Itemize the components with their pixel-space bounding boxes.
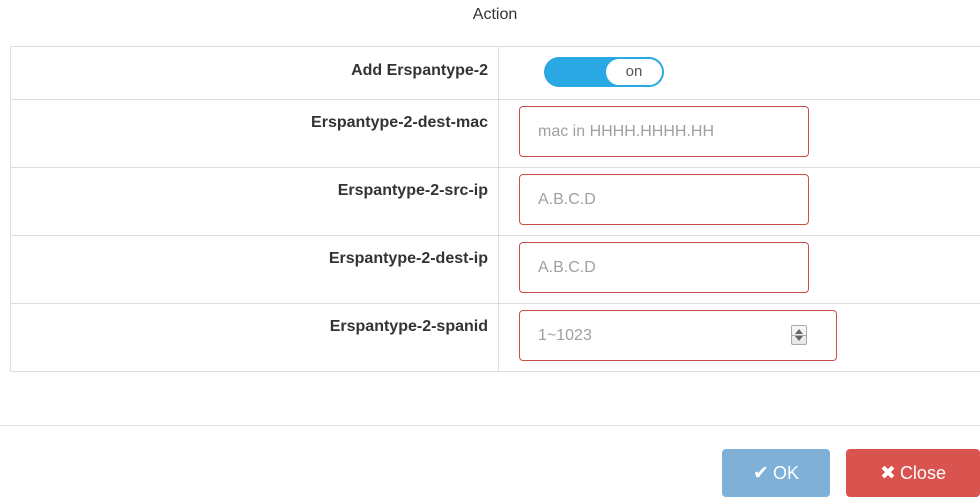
src-ip-input[interactable] bbox=[519, 174, 809, 225]
spin-down-icon[interactable] bbox=[795, 336, 803, 341]
action-form-table: Add Erspantype-2 on Erspantype-2-dest-ma… bbox=[10, 46, 980, 372]
section-title: Action bbox=[472, 6, 518, 23]
ok-button[interactable]: ✔ OK bbox=[722, 449, 830, 497]
close-button[interactable]: ✖ Close bbox=[846, 449, 980, 497]
action-dialog: Action Add Erspantype-2 on Erspantype-2-… bbox=[0, 0, 980, 500]
dest-mac-label: Erspantype-2-dest-mac bbox=[311, 114, 488, 131]
form-row-spanid: Erspantype-2-spanid bbox=[10, 303, 980, 372]
add-erspan-label: Add Erspantype-2 bbox=[351, 62, 488, 79]
dest-ip-input[interactable] bbox=[519, 242, 809, 293]
spin-arrows-icon[interactable] bbox=[791, 325, 807, 345]
dest-ip-label: Erspantype-2-dest-ip bbox=[328, 250, 488, 267]
form-row-add-erspan: Add Erspantype-2 on bbox=[10, 46, 980, 100]
dest-mac-input[interactable] bbox=[519, 106, 809, 157]
checkmark-icon: ✔ bbox=[753, 462, 769, 484]
form-row-dest-mac: Erspantype-2-dest-mac bbox=[10, 99, 980, 168]
src-ip-label: Erspantype-2-src-ip bbox=[337, 182, 488, 199]
spanid-label: Erspantype-2-spanid bbox=[329, 318, 488, 335]
spanid-input[interactable] bbox=[519, 310, 837, 361]
form-row-src-ip: Erspantype-2-src-ip bbox=[10, 167, 980, 236]
spin-up-icon[interactable] bbox=[795, 329, 803, 334]
ok-button-label: OK bbox=[772, 462, 799, 483]
footer-divider bbox=[0, 425, 980, 426]
form-row-dest-ip: Erspantype-2-dest-ip bbox=[10, 235, 980, 304]
close-button-label: Close bbox=[899, 462, 946, 483]
spanid-stepper bbox=[519, 310, 837, 361]
add-erspan-toggle[interactable]: on bbox=[544, 57, 664, 87]
x-icon: ✖ bbox=[880, 462, 896, 484]
toggle-state-label: on bbox=[605, 58, 663, 86]
